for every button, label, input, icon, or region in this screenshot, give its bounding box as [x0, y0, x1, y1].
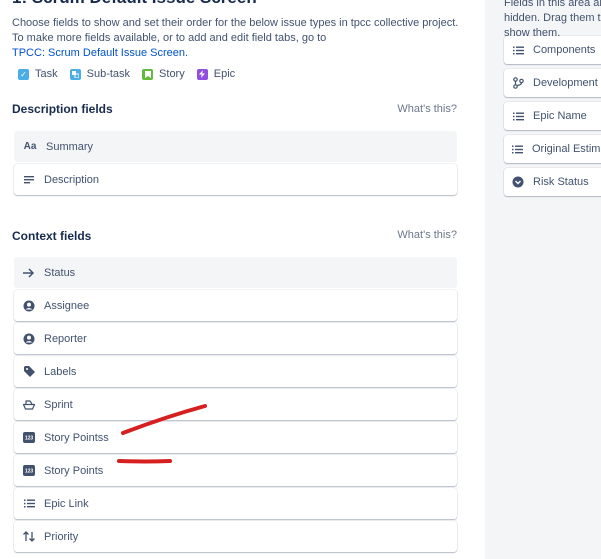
main-panel: 1: Scrum Default Issue Screen Choose fie…: [0, 0, 485, 559]
field-label: Development: [533, 77, 598, 89]
issue-type-epic: Epic: [196, 68, 236, 80]
text-aa-icon: Aa: [23, 141, 37, 152]
tag-icon: [23, 366, 35, 378]
list-icon: [512, 143, 523, 155]
field-labels[interactable]: Labels: [14, 356, 457, 387]
field-label: Components: [533, 44, 596, 56]
field-label: Epic Link: [44, 497, 89, 510]
issue-type-story: Story: [142, 68, 185, 80]
subtask-icon: [69, 68, 81, 80]
field-label: Story Points: [44, 464, 104, 477]
person-icon: [23, 300, 35, 312]
field-sprint[interactable]: Sprint: [14, 389, 457, 420]
sort-arrows-icon: [23, 531, 35, 543]
context-whats-this-link[interactable]: What's this?: [397, 229, 457, 241]
list-icon: [512, 110, 524, 122]
field-label: Reporter: [44, 332, 87, 345]
field-story-points[interactable]: 123 Story Points: [14, 455, 457, 486]
hidden-fields-text: Fields in this area are hidden. Drag the…: [504, 0, 601, 39]
field-priority[interactable]: Priority: [14, 521, 457, 552]
field-label: Priority: [44, 530, 79, 543]
field-label: Original Estimate: [532, 143, 601, 155]
hidden-field-original-estimate[interactable]: Original Estimate: [504, 135, 601, 163]
hidden-fields-panel: Fields in this area are hidden. Drag the…: [485, 0, 601, 559]
field-reporter[interactable]: Reporter: [14, 323, 457, 354]
field-story-pointss[interactable]: 123 Story Pointss: [14, 422, 457, 453]
issue-type-label: Task: [35, 68, 58, 80]
hidden-field-components[interactable]: Components: [504, 36, 601, 64]
branch-icon: [512, 77, 524, 89]
field-summary[interactable]: Aa Summary: [14, 131, 457, 162]
field-label: Epic Name: [533, 110, 587, 122]
field-label: Sprint: [44, 398, 73, 411]
description-whats-this-link[interactable]: What's this?: [397, 103, 457, 115]
svg-text:123: 123: [25, 436, 34, 442]
description-fields-heading: Description fields: [12, 102, 113, 116]
screen-link[interactable]: TPCC: Scrum Default Issue Screen.: [12, 47, 188, 59]
field-label: Labels: [44, 365, 77, 378]
issue-type-label: Epic: [213, 68, 236, 80]
number-123-icon: 123: [23, 432, 35, 444]
field-label: Summary: [46, 140, 94, 153]
page-title: 1: Scrum Default Issue Screen: [12, 0, 257, 8]
chevron-circle-icon: [512, 176, 524, 188]
issue-type-task: ✓ Task: [18, 68, 58, 80]
field-assignee[interactable]: Assignee: [14, 290, 457, 321]
hidden-field-development[interactable]: Development: [504, 69, 601, 97]
person-icon: [23, 333, 35, 345]
list-icon: [23, 498, 35, 510]
svg-text:123: 123: [25, 469, 34, 475]
hidden-field-risk-status[interactable]: Risk Status: [504, 168, 601, 196]
field-description[interactable]: Description: [14, 164, 457, 195]
page-description: Choose fields to show and set their orde…: [12, 17, 459, 44]
issue-type-label: Sub-task: [86, 68, 131, 80]
context-fields-heading: Context fields: [12, 229, 92, 243]
field-label: Risk Status: [533, 176, 589, 188]
field-label: Description: [44, 173, 100, 186]
task-check-icon: ✓: [18, 68, 29, 80]
boat-icon: [23, 399, 35, 411]
issue-types: ✓ Task Sub-task Story Epic: [18, 68, 247, 80]
number-123-icon: 123: [23, 465, 35, 477]
lines-icon: [23, 174, 35, 186]
issue-type-subtask: Sub-task: [69, 68, 131, 80]
field-label: Assignee: [44, 299, 90, 312]
field-label: Story Pointss: [44, 431, 109, 444]
field-epic-link[interactable]: Epic Link: [14, 488, 457, 519]
hidden-field-epic-name[interactable]: Epic Name: [504, 102, 601, 130]
field-status[interactable]: Status: [14, 257, 457, 288]
story-bookmark-icon: [142, 68, 154, 80]
field-label: Status: [44, 266, 76, 279]
issue-type-label: Story: [159, 68, 185, 80]
epic-bolt-icon: [196, 68, 208, 80]
arrow-right-icon: [23, 267, 35, 279]
list-icon: [512, 44, 524, 56]
